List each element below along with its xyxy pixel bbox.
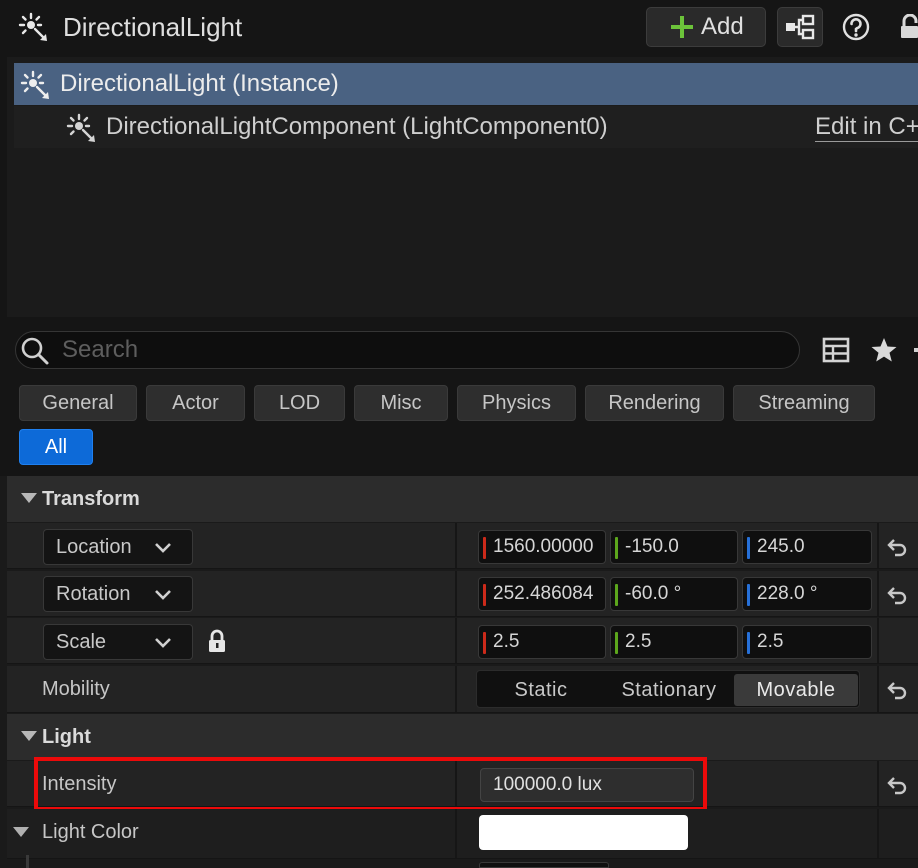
- location-y-field[interactable]: -150.0: [610, 530, 738, 564]
- scale-x-value: 2.5: [493, 631, 520, 652]
- blueprint-button[interactable]: [777, 7, 823, 47]
- scale-dropdown[interactable]: Scale: [43, 624, 193, 660]
- filter-tab-all[interactable]: All: [19, 429, 93, 465]
- category-transform[interactable]: Transform: [7, 476, 918, 522]
- collapse-arrow-icon: [13, 827, 29, 837]
- location-dropdown[interactable]: Location: [43, 529, 193, 565]
- directional-light-icon: [66, 113, 98, 143]
- reset-icon[interactable]: [886, 774, 908, 796]
- rotation-dropdown[interactable]: Rotation: [43, 576, 193, 612]
- filter-tab-actor[interactable]: Actor: [146, 385, 245, 421]
- search-input[interactable]: [62, 333, 762, 367]
- scale-z-value: 2.5: [757, 631, 784, 652]
- mobility-label: Mobility: [42, 678, 110, 700]
- location-x-value: 1560.00000: [493, 536, 594, 557]
- chevron-down-icon: [154, 586, 172, 604]
- reset-icon[interactable]: [886, 679, 908, 701]
- location-z-field[interactable]: 245.0: [742, 530, 872, 564]
- location-y-value: -150.0: [625, 536, 679, 557]
- filter-tab-misc[interactable]: Misc: [354, 385, 448, 421]
- plus-icon: [669, 14, 695, 40]
- scale-z-field[interactable]: 2.5: [742, 625, 872, 659]
- chevron-down-icon: [154, 539, 172, 557]
- category-label: Transform: [42, 488, 140, 510]
- chevron-down-icon: [154, 634, 172, 652]
- reset-icon[interactable]: [886, 584, 908, 606]
- panel-title: DirectionalLight: [63, 12, 243, 42]
- location-label: Location: [56, 535, 132, 558]
- category-label: Light: [42, 726, 91, 748]
- settings-icon[interactable]: [910, 340, 918, 362]
- category-light[interactable]: Light: [7, 714, 918, 760]
- rotation-z-field[interactable]: 228.0 °: [742, 577, 872, 611]
- filter-tab-general[interactable]: General: [19, 385, 137, 421]
- tree-guide-line: [26, 855, 29, 868]
- scale-y-value: 2.5: [625, 631, 652, 652]
- mobility-option-stationary[interactable]: Stationary: [605, 674, 733, 706]
- mobility-option-movable[interactable]: Movable: [734, 674, 858, 706]
- property-row-light-color[interactable]: [7, 809, 918, 859]
- directional-light-icon: [18, 12, 50, 42]
- rotation-z-value: 228.0 °: [757, 583, 818, 604]
- scale-x-field[interactable]: 2.5: [478, 625, 606, 659]
- light-color-swatch[interactable]: [479, 815, 688, 850]
- edit-in-cpp-link[interactable]: Edit in C++: [815, 113, 918, 142]
- mobility-segmented-control: Static Stationary Movable: [476, 670, 860, 708]
- blueprint-icon: [785, 14, 815, 40]
- help-icon[interactable]: [841, 12, 871, 42]
- mobility-option-static[interactable]: Static: [480, 674, 602, 706]
- rotation-x-value: 252.486084: [493, 583, 594, 604]
- lock-icon[interactable]: [900, 14, 918, 40]
- scale-lock-icon[interactable]: [206, 629, 228, 653]
- scale-label: Scale: [56, 630, 107, 653]
- rotation-y-field[interactable]: -60.0 °: [610, 577, 738, 611]
- add-component-button[interactable]: Add: [646, 7, 766, 47]
- search-icon: [20, 336, 50, 366]
- collapse-arrow-icon: [21, 731, 37, 741]
- collapse-arrow-icon: [21, 493, 37, 503]
- highlight-box: [34, 757, 707, 811]
- tree-item-instance-label: DirectionalLight (Instance): [60, 70, 339, 97]
- scale-y-field[interactable]: 2.5: [610, 625, 738, 659]
- next-field[interactable]: [479, 862, 609, 868]
- table-view-icon[interactable]: [822, 337, 850, 363]
- reset-icon[interactable]: [886, 536, 908, 558]
- rotation-x-field[interactable]: 252.486084: [478, 577, 606, 611]
- location-z-value: 245.0: [757, 536, 805, 557]
- rotation-label: Rotation: [56, 582, 131, 605]
- light-color-label: Light Color: [42, 821, 139, 843]
- tree-item-component-label: DirectionalLightComponent (LightComponen…: [106, 113, 608, 140]
- filter-tab-rendering[interactable]: Rendering: [585, 385, 724, 421]
- star-icon[interactable]: [870, 336, 898, 364]
- rotation-y-value: -60.0 °: [625, 583, 682, 604]
- filter-tab-physics[interactable]: Physics: [457, 385, 576, 421]
- filter-tab-lod[interactable]: LOD: [254, 385, 345, 421]
- add-button-label: Add: [701, 13, 744, 40]
- filter-tab-streaming[interactable]: Streaming: [733, 385, 875, 421]
- location-x-field[interactable]: 1560.00000: [478, 530, 606, 564]
- directional-light-icon: [20, 70, 52, 100]
